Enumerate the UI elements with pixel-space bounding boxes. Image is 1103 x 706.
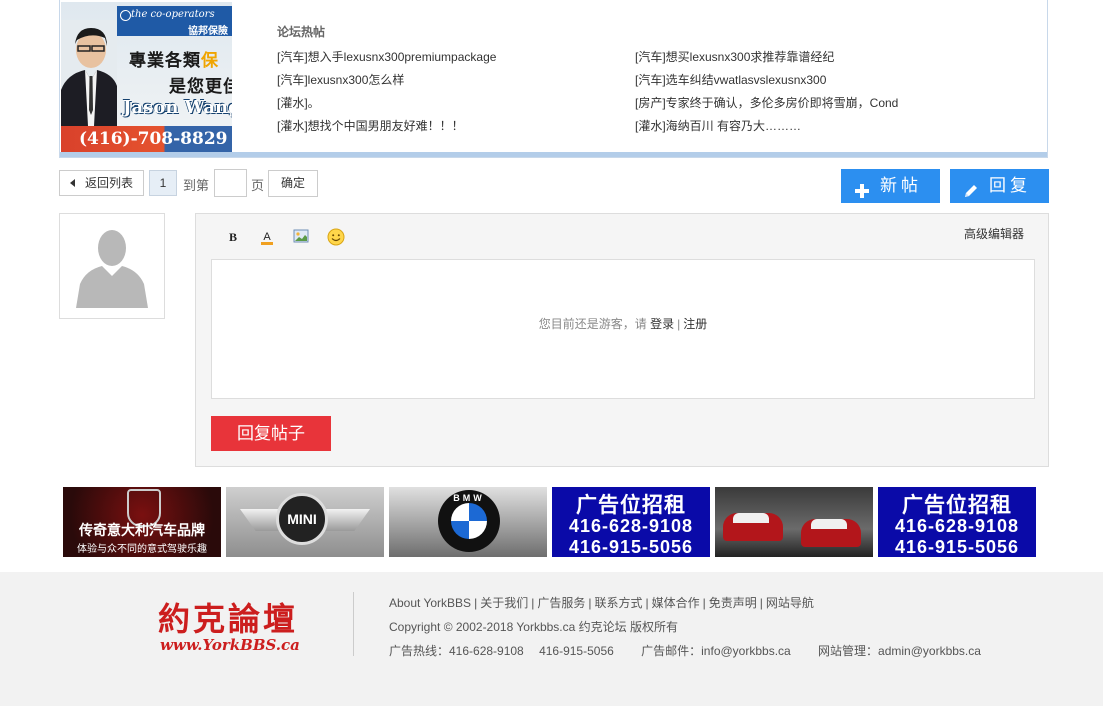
site-footer: 約克論壇 www.YorkBBS.ca About YorkBBS | 关于我们 | 广… bbox=[0, 572, 1103, 706]
hot-topic-link[interactable]: [汽车]想入手lexusnx300premiumpackage bbox=[277, 49, 496, 65]
goto-prefix-label: 到第 bbox=[183, 178, 210, 193]
footer-link-sitemap[interactable]: 网站导航 bbox=[766, 596, 814, 610]
car-icon bbox=[801, 519, 861, 547]
hot-topic-link[interactable]: [汽车]选车纠结vwatlasvslexusnx300 bbox=[635, 72, 826, 88]
reply-editor-area[interactable]: 您目前还是游客，请 登录 | 注册 bbox=[211, 259, 1035, 399]
insurance-ad-banner[interactable]: the co-operators 協邦保險 專業各類保 是您更佳 Jason W… bbox=[61, 2, 232, 152]
image-icon bbox=[293, 229, 309, 243]
agent-photo bbox=[61, 20, 117, 126]
footer-link-about-us[interactable]: 关于我们 bbox=[480, 596, 528, 610]
hot-topics-title: 论坛热帖 bbox=[277, 25, 326, 39]
hot-topic-link[interactable]: [灌水]海纳百川 有容乃大……… bbox=[635, 118, 801, 134]
footer-link-contact[interactable]: 联系方式 bbox=[594, 596, 642, 610]
goto-suffix-label: 页 bbox=[251, 178, 265, 193]
footer-links: About YorkBBS | 关于我们 | 广告服务 | 联系方式 | 媒体合作 | 免责声明 | 网… bbox=[389, 596, 814, 610]
guest-avatar bbox=[59, 213, 165, 319]
hot-topics-panel: the co-operators 協邦保險 專業各類保 是您更佳 Jason W… bbox=[59, 0, 1048, 158]
footer-contact: 广告热线：416-628-9108 416-915-5056 广告邮件：info… bbox=[389, 642, 981, 659]
bmw-ad[interactable]: BMW bbox=[389, 487, 547, 557]
login-link[interactable]: 登录 bbox=[650, 317, 674, 331]
bmw-logo-icon: BMW bbox=[438, 490, 500, 552]
guest-login-message: 您目前还是游客，请 登录 | 注册 bbox=[538, 317, 708, 331]
footer-link-media[interactable]: 媒体合作 bbox=[652, 596, 700, 610]
ad-strip: 传奇意大利汽车品牌 体验与众不同的意式驾驶乐趣 MINI BMW 广告位招租 4… bbox=[63, 487, 1038, 557]
ad-hotline: 广告热线：416-628-9108 416-915-5056 bbox=[389, 644, 614, 658]
alfa-romeo-ad[interactable]: 传奇意大利汽车品牌 体验与众不同的意式驾驶乐趣 bbox=[63, 487, 221, 557]
mini-ad[interactable]: MINI bbox=[226, 487, 384, 557]
reply-button[interactable]: 回复 bbox=[950, 169, 1049, 203]
admin-email: 网站管理：admin@yorkbbs.ca bbox=[818, 644, 981, 658]
advanced-editor-link[interactable]: 高级编辑器 bbox=[964, 225, 1024, 242]
cooperators-logo: the co-operators 協邦保險 bbox=[117, 6, 232, 37]
new-post-button[interactable]: 新帖 bbox=[841, 169, 940, 203]
footer-link-ad-service[interactable]: 广告服务 bbox=[537, 596, 585, 610]
font-color-button[interactable]: A bbox=[258, 228, 276, 246]
emoji-button[interactable] bbox=[327, 228, 345, 246]
agent-name: Jason Wang bbox=[123, 97, 232, 118]
insert-image-button[interactable] bbox=[292, 228, 310, 246]
yorkbbs-logo[interactable]: 約克論壇 www.YorkBBS.ca bbox=[158, 594, 328, 658]
smiley-icon bbox=[327, 228, 345, 246]
ad-slogan-line1: 專業各類保 bbox=[129, 51, 219, 70]
ad-space-for-rent[interactable]: 广告位招租 416-628-9108 416-915-5056 bbox=[878, 487, 1036, 557]
register-link[interactable]: 注册 bbox=[683, 317, 707, 331]
current-page-indicator[interactable]: 1 bbox=[149, 170, 177, 196]
hot-topic-link[interactable]: [房产]专家终于确认，多伦多房价即将雪崩，Cond bbox=[635, 95, 898, 111]
footer-divider bbox=[353, 592, 354, 656]
bold-button[interactable]: B bbox=[224, 228, 242, 246]
mini-logo: MINI bbox=[276, 493, 328, 545]
pencil-icon bbox=[963, 177, 979, 197]
plus-icon bbox=[854, 177, 870, 198]
hot-topic-link[interactable]: [汽车]lexusnx300怎么样 bbox=[277, 72, 404, 88]
hot-topic-link[interactable]: [灌水]想找个中国男朋友好难！！！ bbox=[277, 118, 464, 134]
panel-bottom-bar bbox=[60, 152, 1047, 157]
cooperators-logo-icon bbox=[120, 10, 131, 21]
chevron-left-icon bbox=[70, 179, 75, 187]
copyright-text: Copyright © 2002-2018 Yorkbbs.ca 约克论坛 版权… bbox=[389, 620, 678, 634]
goto-confirm-button[interactable]: 确定 bbox=[268, 170, 318, 197]
ad-space-for-rent[interactable]: 广告位招租 416-628-9108 416-915-5056 bbox=[552, 487, 710, 557]
footer-link-disclaimer[interactable]: 免责声明 bbox=[709, 596, 757, 610]
font-color-bar bbox=[261, 242, 273, 245]
hot-topic-link[interactable]: [灌水]。 bbox=[277, 95, 320, 111]
footer-link-about[interactable]: About YorkBBS bbox=[389, 596, 471, 610]
agent-phone: (416)-708-8829 bbox=[61, 126, 232, 152]
ad-email: 广告邮件：info@yorkbbs.ca bbox=[641, 644, 791, 658]
avatar-silhouette-icon bbox=[70, 224, 154, 308]
car-icon bbox=[723, 513, 783, 541]
submit-reply-button[interactable]: 回复帖子 bbox=[211, 416, 331, 451]
mini-cars-ad[interactable] bbox=[715, 487, 873, 557]
separator: | bbox=[677, 317, 681, 331]
quick-reply-panel: B A 高级编辑器 您目前还是游客，请 登录 | 注册 回复帖子 bbox=[195, 213, 1049, 467]
back-to-list-button[interactable]: 返回列表 bbox=[59, 170, 144, 196]
hot-topic-link[interactable]: [汽车]想买lexusnx300求推荐靠谱经纪 bbox=[635, 49, 834, 65]
goto-page-input[interactable] bbox=[214, 169, 247, 197]
ad-slogan-line2: 是您更佳 bbox=[169, 77, 232, 96]
